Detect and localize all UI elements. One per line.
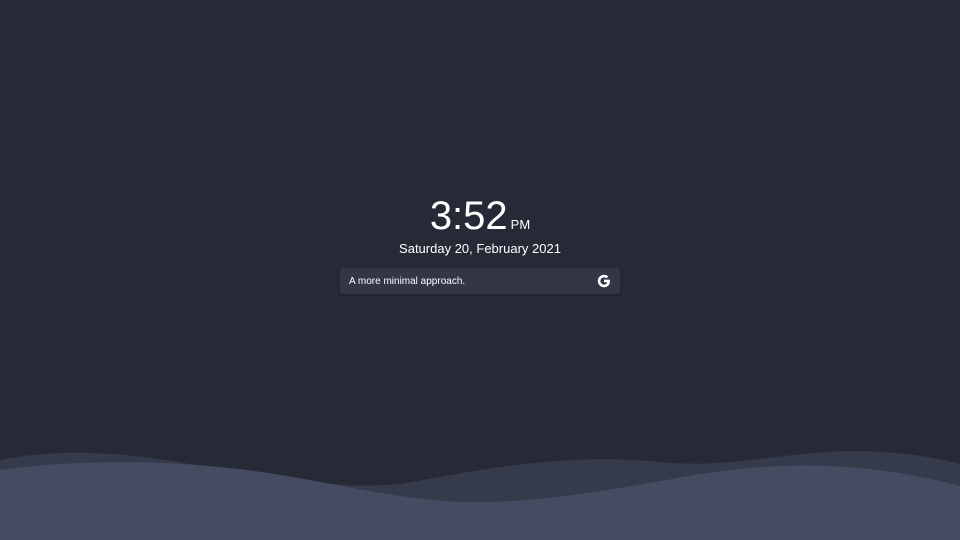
clock-period: PM bbox=[510, 217, 531, 232]
clock-time: 3:52 bbox=[429, 194, 508, 238]
decorative-waves bbox=[0, 451, 960, 540]
clock: 3:52 PM bbox=[0, 196, 960, 236]
date-display: Saturday 20, February 2021 bbox=[399, 241, 561, 256]
search-input[interactable] bbox=[340, 268, 580, 294]
search-bar bbox=[340, 268, 620, 294]
google-search-button[interactable] bbox=[596, 273, 612, 289]
google-g-icon bbox=[597, 274, 610, 288]
start-page: 3:52 PM Saturday 20, February 2021 bbox=[0, 0, 960, 540]
